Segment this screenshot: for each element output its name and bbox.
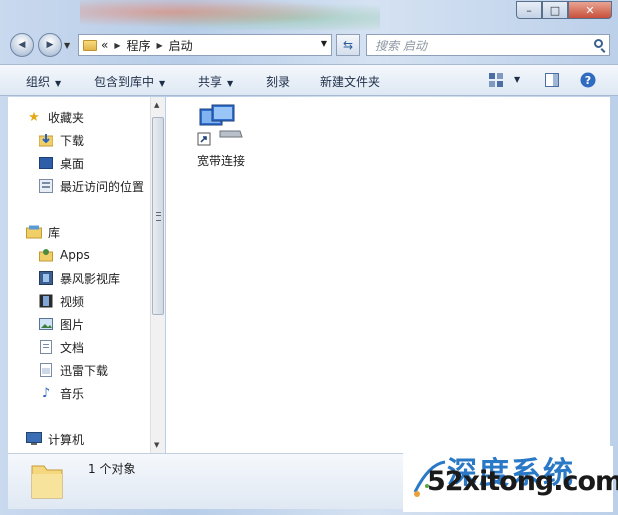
chevron-down-icon: ▼ bbox=[55, 79, 62, 88]
sidebar-item-video-library[interactable]: 暴风影视库 bbox=[38, 267, 120, 289]
scroll-down-icon[interactable]: ▼ bbox=[154, 441, 159, 449]
sidebar-item-label: 计算机 bbox=[48, 432, 85, 447]
burn-label: 刻录 bbox=[266, 75, 291, 89]
breadcrumb-overflow[interactable]: « bbox=[101, 38, 108, 52]
desktop-icon bbox=[38, 155, 54, 171]
share-button[interactable]: 共享 ▼ bbox=[198, 73, 233, 90]
sidebar-item-label: 最近访问的位置 bbox=[60, 179, 145, 194]
search-placeholder: 搜索 启动 bbox=[375, 38, 427, 53]
computer-icon bbox=[26, 431, 42, 447]
breadcrumb-item-startup[interactable]: 启动 bbox=[169, 37, 193, 54]
video-library-icon bbox=[38, 270, 54, 286]
thunder-download-icon bbox=[38, 362, 54, 378]
sidebar-item-label: 暴风影视库 bbox=[60, 271, 121, 286]
sidebar-item-libraries[interactable]: 库 bbox=[26, 221, 60, 243]
include-in-library-label: 包含到库中 bbox=[94, 75, 155, 89]
grip-icon bbox=[156, 212, 161, 221]
share-label: 共享 bbox=[198, 75, 223, 89]
chevron-down-icon: ▼ bbox=[159, 79, 166, 88]
sidebar-item-label: 下载 bbox=[60, 133, 85, 148]
view-options-icon[interactable] bbox=[488, 72, 504, 88]
new-folder-button[interactable]: 新建文件夹 bbox=[320, 73, 380, 90]
sidebar-item-music[interactable]: ♪ 音乐 bbox=[38, 382, 84, 404]
breadcrumb-separator-icon[interactable]: ▶ bbox=[157, 41, 163, 50]
sidebar-item-label: 图片 bbox=[60, 317, 85, 332]
sidebar-item-label: 视频 bbox=[60, 294, 85, 309]
address-bar[interactable]: « ▶ 程序 ▶ 启动 ▼ bbox=[78, 34, 332, 56]
apps-library-icon bbox=[38, 247, 54, 263]
back-button[interactable]: ◀ bbox=[10, 33, 34, 57]
view-dropdown-icon[interactable]: ▼ bbox=[514, 75, 520, 84]
breadcrumb-separator-icon[interactable]: ▶ bbox=[114, 41, 120, 50]
item-count: 1 个对象 bbox=[88, 462, 136, 476]
forward-button[interactable]: ▶ bbox=[38, 33, 62, 57]
sidebar-item-label: 迅雷下载 bbox=[60, 363, 109, 378]
navigation-pane: ★ 收藏夹 下载 桌面 最近访问的位置 库 Apps 暴风影视库 视频 图片 文档 bbox=[8, 97, 150, 453]
back-arrow-icon: ◀ bbox=[18, 40, 26, 50]
sidebar-item-label: 收藏夹 bbox=[48, 110, 85, 125]
sidebar-item-label: 音乐 bbox=[60, 386, 85, 401]
recent-places-icon bbox=[38, 178, 54, 194]
refresh-icon: ⇆ bbox=[342, 38, 354, 52]
search-icon[interactable] bbox=[594, 39, 603, 48]
picture-icon bbox=[38, 316, 54, 332]
sidebar-item-desktop[interactable]: 桌面 bbox=[38, 152, 84, 174]
scrollbar-thumb[interactable] bbox=[152, 117, 164, 315]
scroll-up-icon[interactable]: ▲ bbox=[154, 101, 159, 109]
library-icon bbox=[26, 224, 42, 240]
sidebar-item-computer[interactable]: 计算机 bbox=[26, 428, 84, 450]
download-folder-icon bbox=[38, 132, 54, 148]
command-bar: 组织 ▼ 包含到库中 ▼ 共享 ▼ 刻录 新建文件夹 ▼ ? bbox=[0, 64, 618, 96]
sidebar-item-downloads[interactable]: 下载 bbox=[38, 129, 84, 151]
file-label: 宽带连接 bbox=[196, 154, 245, 168]
search-input[interactable]: 搜索 启动 bbox=[366, 34, 610, 56]
sidebar-item-favorites[interactable]: ★ 收藏夹 bbox=[26, 106, 84, 128]
sidebar-item-label: 库 bbox=[48, 225, 61, 240]
chevron-down-icon: ▼ bbox=[227, 79, 234, 88]
network-connection-shortcut-icon bbox=[197, 104, 243, 146]
sidebar-item-videos[interactable]: 视频 bbox=[38, 290, 84, 312]
organize-label: 组织 bbox=[26, 75, 51, 89]
sidebar-item-thunder-download[interactable]: 迅雷下载 bbox=[38, 359, 108, 381]
film-icon bbox=[38, 293, 54, 309]
sidebar-item-label: Apps bbox=[60, 248, 90, 262]
star-icon: ★ bbox=[28, 109, 40, 125]
document-icon bbox=[38, 339, 54, 355]
watermark: 深度系统 52xitong.com bbox=[403, 446, 618, 512]
recent-pages-dropdown[interactable]: ▼ bbox=[64, 41, 70, 50]
folder-icon bbox=[83, 39, 97, 51]
file-item[interactable]: 宽带连接 bbox=[192, 103, 250, 169]
sidebar-item-documents[interactable]: 文档 bbox=[38, 336, 84, 358]
maximize-button[interactable]: □ bbox=[542, 1, 568, 19]
include-in-library-button[interactable]: 包含到库中 ▼ bbox=[94, 73, 165, 90]
close-button[interactable]: ✕ bbox=[568, 1, 612, 19]
watermark-domain: 52xitong.com bbox=[427, 466, 618, 497]
refresh-button[interactable]: ⇆ bbox=[336, 34, 360, 56]
file-list-area[interactable]: 宽带连接 bbox=[166, 97, 610, 453]
minimize-button[interactable]: – bbox=[516, 1, 542, 19]
organize-button[interactable]: 组织 ▼ bbox=[26, 73, 61, 90]
navigation-bar: ◀ ▶ ▼ « ▶ 程序 ▶ 启动 ▼ ⇆ 搜索 启动 bbox=[0, 31, 618, 61]
title-bar-background bbox=[80, 0, 380, 30]
sidebar-item-label: 桌面 bbox=[60, 156, 85, 171]
burn-button[interactable]: 刻录 bbox=[266, 73, 290, 90]
help-icon[interactable]: ? bbox=[580, 72, 596, 88]
address-dropdown-icon[interactable]: ▼ bbox=[321, 39, 327, 48]
sidebar-item-label: 文档 bbox=[60, 340, 85, 355]
sidebar-item-recent-places[interactable]: 最近访问的位置 bbox=[38, 175, 144, 197]
breadcrumb-item-programs[interactable]: 程序 bbox=[127, 37, 151, 54]
explorer-window: – □ ✕ ◀ ▶ ▼ « ▶ 程序 ▶ 启动 ▼ ⇆ 搜索 启动 组织 ▼ 包含… bbox=[0, 0, 618, 515]
sidebar-item-apps[interactable]: Apps bbox=[38, 244, 90, 266]
forward-arrow-icon: ▶ bbox=[46, 40, 54, 50]
folder-icon bbox=[31, 465, 63, 499]
navigation-pane-scrollbar[interactable]: ▲ ▼ bbox=[150, 97, 165, 453]
caption-buttons: – □ ✕ bbox=[516, 1, 612, 19]
preview-pane-icon[interactable] bbox=[544, 72, 560, 88]
svg-text:?: ? bbox=[585, 74, 591, 87]
music-icon: ♪ bbox=[41, 385, 51, 401]
new-folder-label: 新建文件夹 bbox=[320, 75, 381, 89]
sidebar-item-pictures[interactable]: 图片 bbox=[38, 313, 84, 335]
